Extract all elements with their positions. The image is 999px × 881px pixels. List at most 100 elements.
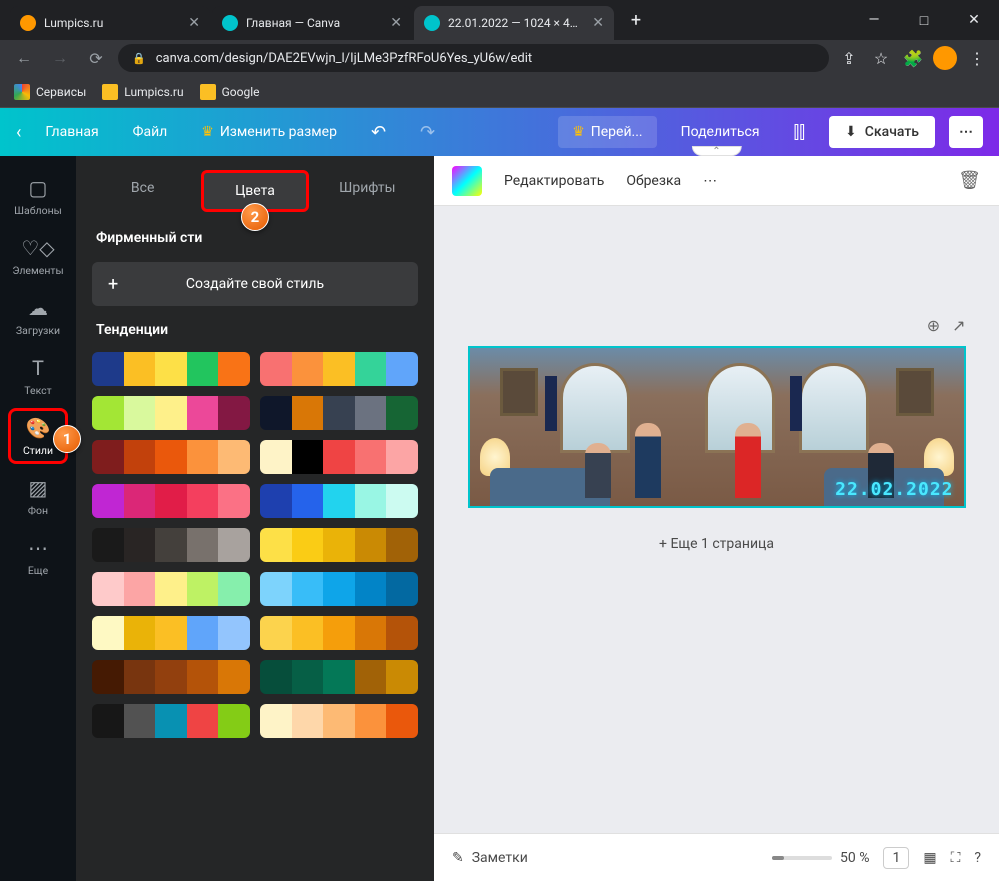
color-swatch bbox=[260, 528, 292, 562]
scene-person bbox=[635, 423, 661, 498]
menu-icon[interactable]: ⋮ bbox=[965, 46, 989, 70]
analytics-icon[interactable]: ⫿⫿ bbox=[784, 116, 816, 149]
close-icon[interactable]: ✕ bbox=[188, 15, 200, 31]
profile-avatar[interactable] bbox=[933, 46, 957, 70]
create-style-button[interactable]: + Создайте свой стиль bbox=[92, 262, 418, 306]
download-button[interactable]: ⬇ Скачать bbox=[829, 116, 935, 148]
color-palette[interactable] bbox=[260, 704, 418, 738]
resize-button[interactable]: ♛ Изменить размер bbox=[191, 118, 347, 146]
share-button[interactable]: Поделиться bbox=[671, 118, 770, 146]
rail-label: Текст bbox=[24, 384, 51, 397]
date-overlay: 22.02.2022 bbox=[835, 479, 953, 500]
bookmark-label: Сервисы bbox=[36, 85, 86, 99]
tab-fonts[interactable]: Шрифты bbox=[317, 170, 418, 212]
forward-icon[interactable]: → bbox=[46, 48, 74, 68]
design-page[interactable]: 22.02.2022 bbox=[468, 346, 966, 508]
file-button[interactable]: Файл bbox=[123, 118, 178, 146]
minimize-icon[interactable]: — bbox=[859, 12, 889, 29]
maximize-icon[interactable]: □ bbox=[909, 12, 939, 29]
back-icon[interactable]: ‹ bbox=[16, 122, 21, 143]
more-icon[interactable]: ⋯ bbox=[703, 173, 717, 189]
color-palette[interactable] bbox=[92, 660, 250, 694]
trash-icon[interactable]: 🗑 bbox=[958, 170, 981, 191]
fullscreen-icon[interactable]: ⛶ bbox=[951, 850, 961, 866]
color-swatch bbox=[355, 396, 387, 430]
expand-handle[interactable]: ⌃ bbox=[691, 146, 741, 156]
rail-templates[interactable]: ▢Шаблоны bbox=[8, 168, 68, 224]
canvas-workspace[interactable]: ⊕ ↗ bbox=[434, 206, 999, 833]
reload-icon[interactable]: ⟳ bbox=[82, 49, 110, 68]
color-palette[interactable] bbox=[92, 528, 250, 562]
star-icon[interactable]: ☆ bbox=[869, 46, 893, 70]
rail-styles[interactable]: 🎨 Стили 1 bbox=[8, 408, 68, 464]
home-button[interactable]: Главная bbox=[35, 118, 108, 146]
color-palette[interactable] bbox=[92, 352, 250, 386]
address-bar: ← → ⟳ 🔒 canva.com/design/DAE2EVwjn_l/IjL… bbox=[0, 40, 999, 76]
upgrade-button[interactable]: ♛ Перей... bbox=[558, 116, 656, 148]
annotation-marker-1: 1 bbox=[53, 425, 81, 453]
color-swatch bbox=[323, 704, 355, 738]
close-window-icon[interactable]: ✕ bbox=[959, 12, 989, 29]
color-palette[interactable] bbox=[92, 396, 250, 430]
color-swatch bbox=[124, 484, 156, 518]
palette-list[interactable] bbox=[76, 346, 434, 881]
rail-text[interactable]: T Текст bbox=[8, 348, 68, 404]
redo-icon[interactable]: ↷ bbox=[410, 116, 445, 149]
export-icon[interactable]: ↗ bbox=[952, 316, 965, 335]
tab-all[interactable]: Все bbox=[92, 170, 193, 212]
side-rail: ▢Шаблоны ♡◇Элементы ☁Загрузки T Текст 🎨 С… bbox=[0, 156, 76, 881]
duplicate-icon[interactable]: ⊕ bbox=[927, 316, 940, 335]
panel-tabs: Все Цвета 2 Шрифты bbox=[76, 156, 434, 222]
zoom-slider[interactable] bbox=[772, 856, 832, 860]
color-palette[interactable] bbox=[92, 616, 250, 650]
color-palette[interactable] bbox=[260, 440, 418, 474]
back-icon[interactable]: ← bbox=[10, 48, 38, 68]
rail-elements[interactable]: ♡◇Элементы bbox=[8, 228, 68, 284]
color-palette[interactable] bbox=[260, 484, 418, 518]
page-indicator[interactable]: 1 bbox=[883, 847, 909, 869]
zoom-control[interactable]: 50 % bbox=[772, 850, 869, 866]
crop-button[interactable]: Обрезка bbox=[626, 173, 681, 189]
rail-uploads[interactable]: ☁Загрузки bbox=[8, 288, 68, 344]
browser-tab[interactable]: Главная — Canva ✕ bbox=[212, 6, 412, 40]
color-palette[interactable] bbox=[260, 660, 418, 694]
rail-background[interactable]: ▨Фон bbox=[8, 468, 68, 524]
bookmark-item[interactable]: Lumpics.ru bbox=[102, 84, 183, 100]
tab-favicon bbox=[424, 15, 440, 31]
browser-tab-active[interactable]: 22.01.2022 — 1024 × 430 пикс ✕ bbox=[414, 6, 614, 40]
bookmarks-bar: Сервисы Lumpics.ru Google bbox=[0, 76, 999, 108]
color-swatch bbox=[355, 616, 387, 650]
text-icon: T bbox=[32, 356, 44, 380]
color-palette[interactable] bbox=[260, 528, 418, 562]
extensions-icon[interactable]: 🧩 bbox=[901, 46, 925, 70]
more-button[interactable]: ⋯ bbox=[949, 116, 983, 148]
close-icon[interactable]: ✕ bbox=[390, 15, 402, 31]
bookmark-item[interactable]: Google bbox=[200, 84, 260, 100]
share-icon[interactable]: ⇪ bbox=[837, 46, 861, 70]
color-swatch bbox=[218, 572, 250, 606]
color-palette[interactable] bbox=[260, 616, 418, 650]
tab-colors[interactable]: Цвета 2 bbox=[201, 170, 308, 212]
grid-icon[interactable]: ▦ bbox=[923, 850, 936, 866]
browser-tab[interactable]: Lumpics.ru ✕ bbox=[10, 6, 210, 40]
color-swatch bbox=[124, 528, 156, 562]
close-icon[interactable]: ✕ bbox=[592, 15, 604, 31]
edit-button[interactable]: Редактировать bbox=[504, 173, 604, 189]
color-palette[interactable] bbox=[92, 704, 250, 738]
color-palette[interactable] bbox=[260, 352, 418, 386]
rail-more[interactable]: ⋯Еще bbox=[8, 528, 68, 584]
add-page-button[interactable]: + Еще 1 страница bbox=[659, 536, 774, 552]
color-palette[interactable] bbox=[260, 572, 418, 606]
new-tab-button[interactable]: + bbox=[622, 6, 650, 34]
undo-icon[interactable]: ↶ bbox=[361, 116, 396, 149]
color-swatch bbox=[187, 396, 219, 430]
url-input[interactable]: 🔒 canva.com/design/DAE2EVwjn_l/IjLMe3Pzf… bbox=[118, 44, 829, 72]
color-palette[interactable] bbox=[92, 440, 250, 474]
color-palette[interactable] bbox=[92, 484, 250, 518]
help-icon[interactable]: ? bbox=[974, 850, 981, 866]
bookmark-apps[interactable]: Сервисы bbox=[14, 84, 86, 100]
color-palette[interactable] bbox=[92, 572, 250, 606]
color-picker-icon[interactable] bbox=[452, 166, 482, 196]
notes-button[interactable]: ✎ Заметки bbox=[452, 850, 528, 866]
color-palette[interactable] bbox=[260, 396, 418, 430]
